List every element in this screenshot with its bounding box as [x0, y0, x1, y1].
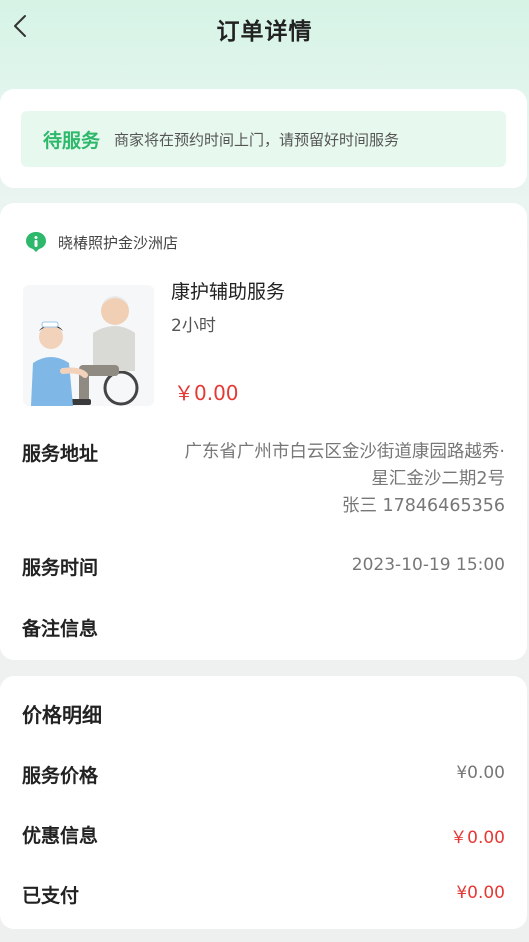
paid-value: ¥0.00	[456, 883, 505, 903]
service-address: 广东省广州市白云区金沙街道康园路越秀· 星汇金沙二期2号 张三 17846465…	[140, 439, 505, 520]
top-bar: 订单详情	[0, 0, 529, 56]
service-price: ￥0.00	[174, 381, 239, 405]
remark-label: 备注信息	[22, 618, 99, 640]
shop-row[interactable]: 晓椿照护金沙洲店	[24, 230, 178, 254]
address-label: 服务地址	[22, 443, 99, 465]
page-title: 订单详情	[216, 19, 313, 45]
price-detail-title: 价格明细	[22, 703, 102, 727]
status-card: 待服务 商家将在预约时间上门，请预留好时间服务	[0, 89, 527, 188]
address-line-2: 星汇金沙二期2号	[371, 469, 505, 489]
service-price-value: ¥0.00	[456, 763, 505, 783]
time-label: 服务时间	[22, 557, 99, 579]
service-price-label: 服务价格	[22, 765, 99, 787]
address-line-1: 广东省广州市白云区金沙街道康园路越秀·	[184, 442, 505, 462]
caregiver-photo	[23, 285, 154, 406]
store-location-icon	[26, 232, 46, 252]
status-description: 商家将在预约时间上门，请预留好时间服务	[114, 130, 400, 149]
order-info-card: 晓椿照护金沙洲店 康护辅助服务 2小时 ￥0.00 服务地址 广东省广州市白云区…	[0, 203, 527, 660]
discount-value: ￥0.00	[450, 828, 505, 848]
service-time: 2023-10-19 15:00	[351, 555, 505, 575]
contact-info: 张三 17846465356	[341, 496, 505, 516]
discount-label: 优惠信息	[22, 825, 99, 847]
price-detail-card: 价格明细 服务价格 ¥0.00 优惠信息 ￥0.00 已支付 ¥0.00	[0, 676, 527, 929]
service-image[interactable]	[23, 285, 154, 406]
status-banner: 待服务 商家将在预约时间上门，请预留好时间服务	[21, 111, 506, 167]
paid-label: 已支付	[22, 885, 80, 907]
shop-name: 晓椿照护金沙洲店	[58, 233, 179, 252]
status-label: 待服务	[43, 129, 101, 152]
service-name: 康护辅助服务	[171, 281, 286, 303]
service-duration: 2小时	[171, 316, 216, 336]
